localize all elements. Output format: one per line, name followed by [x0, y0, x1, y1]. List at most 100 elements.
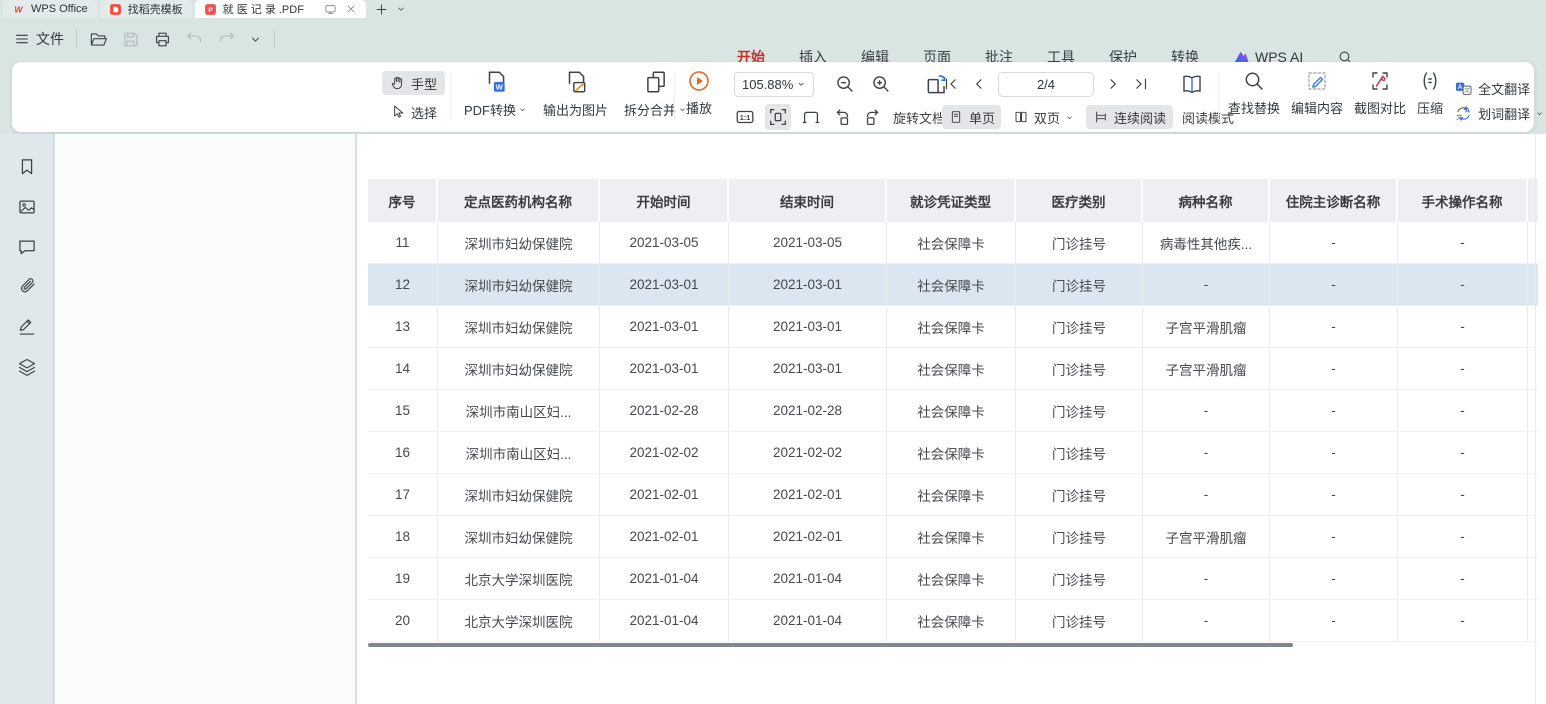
table-cell: - — [1270, 390, 1398, 431]
edit-content-button[interactable]: 编辑内容 — [1291, 69, 1343, 123]
fit-page-icon[interactable] — [800, 106, 822, 128]
comments-panel-button[interactable] — [7, 227, 47, 267]
zoom-out-icon[interactable] — [834, 73, 856, 95]
divider — [274, 30, 275, 48]
divider — [76, 30, 77, 48]
hand-tool-button[interactable]: 手型 — [382, 71, 445, 95]
next-page-icon[interactable] — [1104, 75, 1122, 93]
table-cell: - — [1270, 474, 1398, 515]
page-number-input[interactable]: 2/4 — [998, 72, 1094, 97]
zoom-in-icon[interactable] — [870, 73, 892, 95]
open-file-icon[interactable] — [89, 30, 108, 49]
table-cell: 2021-02-01 — [600, 474, 729, 515]
read-mode-label[interactable]: 阅读模式 — [1182, 108, 1234, 127]
table-row[interactable]: 17深圳市妇幼保健院2021-02-012021-02-01社会保障卡门诊挂号-… — [368, 474, 1538, 516]
undo-icon[interactable] — [185, 30, 204, 49]
open-in-window-icon[interactable] — [324, 3, 337, 16]
play-button[interactable]: 播放 — [686, 69, 712, 117]
table-cell: - — [1398, 558, 1528, 599]
file-menu-label: 文件 — [36, 29, 64, 49]
table-row[interactable]: 11深圳市妇幼保健院2021-03-052021-03-05社会保障卡门诊挂号病… — [368, 222, 1538, 264]
new-tab-icon[interactable] — [375, 3, 388, 16]
export-image-button[interactable]: 输出为图片 — [543, 69, 608, 119]
word-translate-button[interactable]: 划词翻译 — [1454, 104, 1544, 123]
export-image-label: 输出为图片 — [543, 100, 608, 119]
table-row[interactable]: 18深圳市妇幼保健院2021-02-012021-02-01社会保障卡门诊挂号子… — [368, 516, 1538, 558]
screenshot-compare-button[interactable]: 截图对比 — [1354, 69, 1406, 123]
divider — [1218, 75, 1219, 119]
attachments-panel-button[interactable] — [7, 267, 47, 307]
pdf-convert-button[interactable]: PDF转换 — [464, 69, 527, 119]
table-row[interactable]: 20北京大学深圳医院2021-01-042021-01-04社会保障卡门诊挂号-… — [368, 600, 1538, 642]
table-cell: 社会保障卡 — [887, 558, 1016, 599]
single-page-button[interactable]: 单页 — [942, 105, 1001, 129]
column-header: 序号 — [368, 179, 438, 222]
table-cell-clipped — [1528, 432, 1538, 473]
column-header: 手术操作名称 — [1398, 179, 1528, 222]
file-menu-button[interactable]: 文件 — [14, 29, 64, 49]
column-header: 开始时间 — [600, 179, 729, 222]
continuous-read-button[interactable]: 连续阅读 — [1086, 105, 1173, 129]
table-cell: 2021-03-05 — [600, 222, 729, 263]
tab-pdf-document[interactable]: 就 医 记 录 .PDF — [195, 0, 366, 18]
fit-width-button[interactable] — [765, 104, 791, 130]
table-cell: 社会保障卡 — [887, 432, 1016, 473]
table-row[interactable]: 16深圳市南山区妇...2021-02-022021-02-02社会保障卡门诊挂… — [368, 432, 1538, 474]
thumbnail-icon — [17, 197, 37, 217]
hamburger-icon — [14, 31, 30, 47]
table-row[interactable]: 19北京大学深圳医院2021-01-042021-01-04社会保障卡门诊挂号-… — [368, 558, 1538, 600]
find-replace-button[interactable]: 查找替换 — [1228, 69, 1280, 123]
table-cell: - — [1270, 222, 1398, 263]
rotate-right-icon[interactable] — [862, 106, 884, 128]
quickbar-chevron-icon[interactable] — [249, 30, 262, 49]
pdf-page-canvas[interactable]: 序号定点医药机构名称开始时间结束时间就诊凭证类型医疗类别病种名称住院主诊断名称手… — [357, 134, 1546, 704]
thumbnails-panel-button[interactable] — [7, 187, 47, 227]
play-label: 播放 — [686, 98, 712, 117]
table-cell: 深圳市妇幼保健院 — [438, 474, 600, 515]
table-row[interactable]: 12深圳市妇幼保健院2021-03-012021-03-01社会保障卡门诊挂号-… — [368, 264, 1538, 306]
save-icon[interactable] — [121, 30, 140, 49]
rotate-left-icon[interactable] — [831, 106, 853, 128]
compress-button[interactable]: 压缩 — [1417, 69, 1443, 123]
split-merge-label: 拆分合并 — [624, 100, 676, 119]
close-tab-icon[interactable] — [345, 3, 357, 15]
double-page-button[interactable]: 双页 — [1008, 105, 1079, 129]
table-row[interactable]: 13深圳市妇幼保健院2021-03-012021-03-01社会保障卡门诊挂号子… — [368, 306, 1538, 348]
table-cell: 2021-03-05 — [729, 222, 887, 263]
full-translate-button[interactable]: 全文翻译 — [1454, 79, 1544, 98]
layers-panel-button[interactable] — [7, 347, 47, 387]
table-row[interactable]: 15深圳市南山区妇...2021-02-282021-02-28社会保障卡门诊挂… — [368, 390, 1538, 432]
select-tool-button[interactable]: 选择 — [382, 100, 445, 124]
rotate-document-label[interactable]: 旋转文档 — [893, 108, 945, 127]
embedded-horizontal-scrollbar — [368, 643, 1293, 647]
table-cell-clipped — [1528, 474, 1538, 515]
tab-list-chevron-icon[interactable] — [396, 4, 406, 14]
table-cell: - — [1398, 390, 1528, 431]
edit-content-label: 编辑内容 — [1291, 98, 1343, 117]
read-mode-icon[interactable] — [1180, 72, 1204, 96]
zoom-level-combobox[interactable]: 105.88% — [734, 72, 814, 97]
find-replace-icon — [1242, 69, 1266, 93]
table-cell: - — [1143, 558, 1270, 599]
bookmarks-panel-button[interactable] — [7, 147, 47, 187]
table-cell: 2021-01-04 — [600, 558, 729, 599]
redo-icon[interactable] — [217, 30, 236, 49]
bookmark-icon — [17, 157, 37, 177]
previous-page-icon[interactable] — [970, 75, 988, 93]
comment-icon — [17, 237, 37, 257]
signature-panel-button[interactable] — [7, 307, 47, 347]
chevron-down-icon — [1065, 113, 1074, 122]
actual-size-icon[interactable] — [734, 106, 756, 128]
split-merge-button[interactable]: 拆分合并 — [624, 69, 687, 119]
first-page-icon[interactable] — [942, 75, 960, 93]
tab-wps-office[interactable]: WPS Office — [3, 0, 97, 18]
table-cell-clipped — [1528, 264, 1538, 305]
print-icon[interactable] — [153, 30, 172, 49]
table-cell: 12 — [368, 264, 438, 305]
last-page-icon[interactable] — [1132, 75, 1150, 93]
table-cell-clipped — [1528, 390, 1538, 431]
tab-docer-templates[interactable]: 找稻壳模板 — [100, 0, 192, 18]
table-row[interactable]: 14深圳市妇幼保健院2021-03-012021-03-01社会保障卡门诊挂号子… — [368, 348, 1538, 390]
table-cell: 社会保障卡 — [887, 390, 1016, 431]
full-translate-label: 全文翻译 — [1478, 79, 1530, 98]
